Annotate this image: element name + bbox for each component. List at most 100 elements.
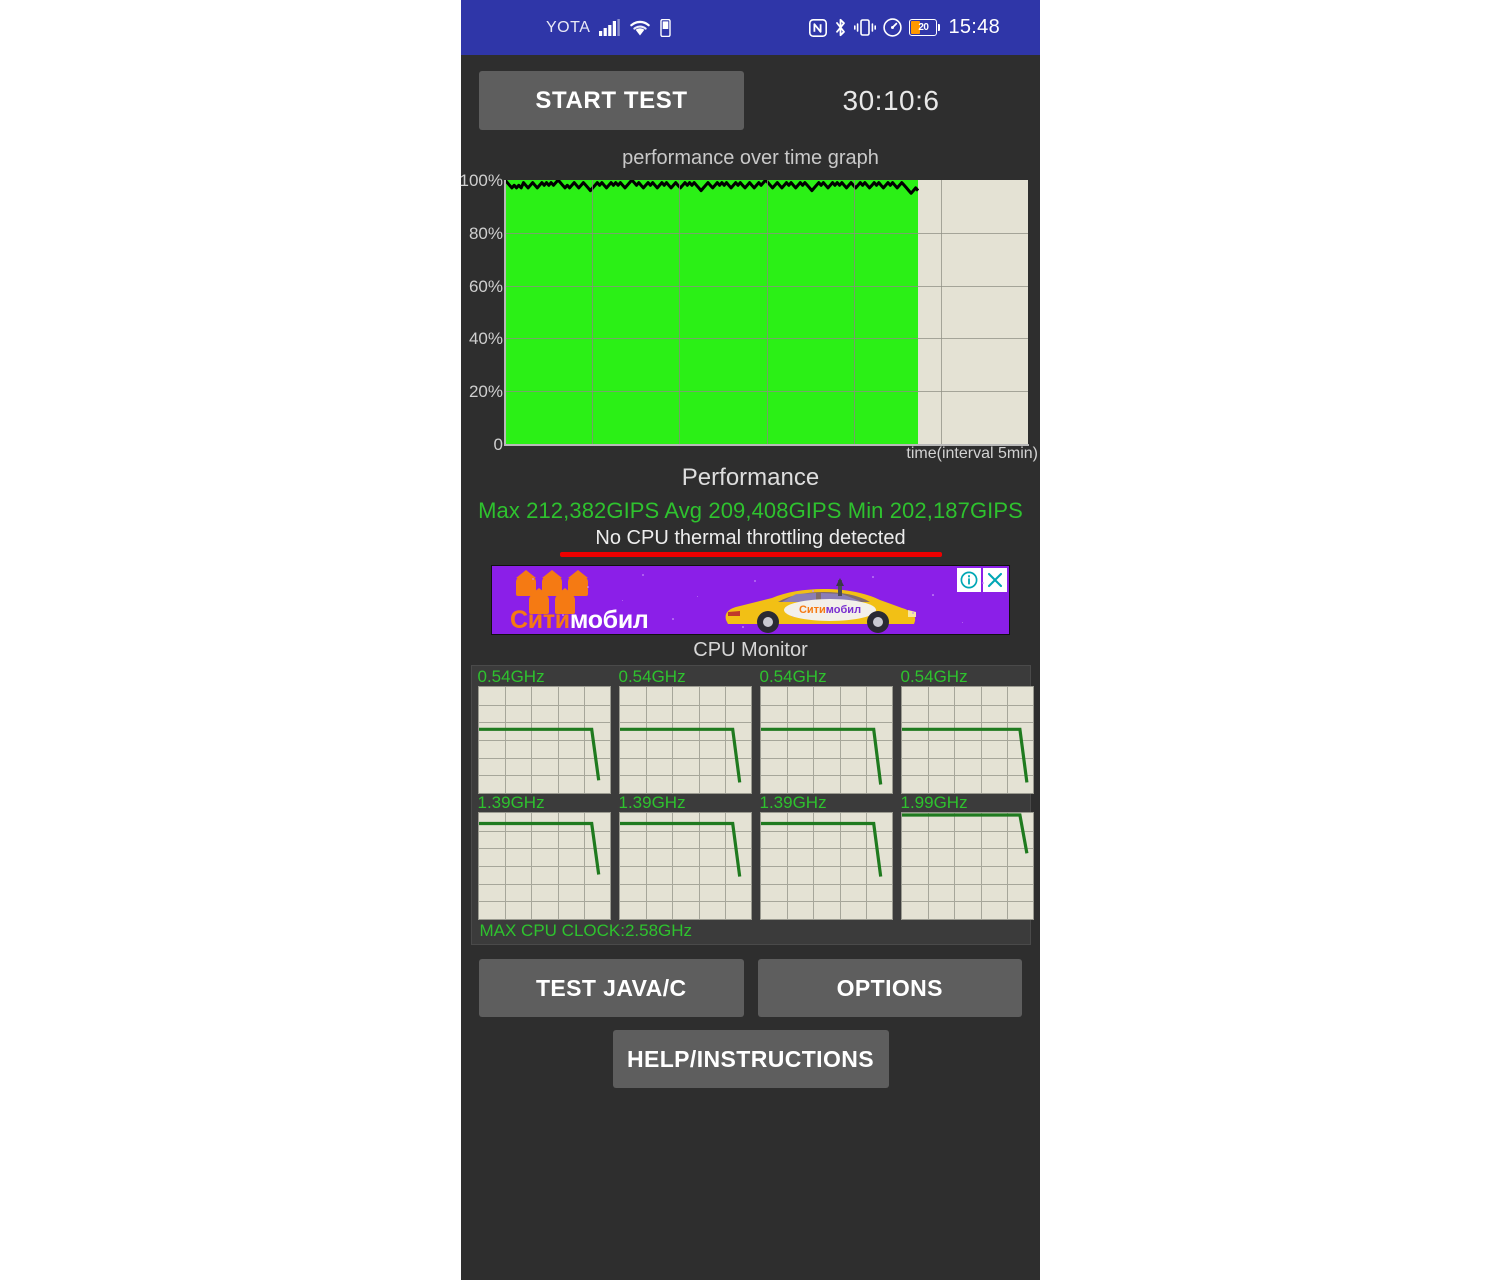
cpu-core-line — [619, 821, 741, 877]
cpu-core-chart — [477, 686, 611, 794]
cpu-monitor-panel: 0.54GHz 0.54GHz 0.54GHz 0.54GHz 1.39GHz 1.39… — [470, 665, 1034, 945]
status-bar: YOTA 20 15:48 — [461, 0, 1040, 55]
graph-gridline-v — [941, 180, 942, 444]
graph-y-tick: 80% — [468, 223, 503, 243]
max-cpu-clock-label: MAX CPU CLOCK:2.58GHz — [479, 921, 693, 940]
start-test-button[interactable]: START TEST — [479, 71, 744, 130]
ad-star — [742, 626, 744, 628]
cpu-core-chart — [618, 812, 752, 920]
cpu-core-cell: 0.54GHz — [618, 667, 752, 794]
cpu-core-chart — [759, 812, 893, 920]
cpu-core-frequency: 1.99GHz — [900, 793, 968, 812]
ad-star — [532, 578, 534, 580]
graph-y-tick: 20% — [468, 382, 503, 402]
ad-brand-part2: мобил — [569, 606, 649, 634]
cpu-core-frequency: 1.39GHz — [618, 793, 686, 812]
ad-brand-part1: Сити — [510, 606, 570, 634]
graph-y-tick: 40% — [468, 329, 503, 349]
cpu-core-line — [760, 821, 882, 877]
vibrate-icon — [854, 18, 877, 37]
cpu-core-cell: 1.39GHz — [477, 793, 611, 920]
cpu-core-cell: 1.39GHz — [618, 793, 752, 920]
ad-star — [587, 586, 589, 588]
cpu-core-chart — [618, 686, 752, 794]
signal-icon — [599, 19, 621, 36]
graph-y-axis-line — [504, 180, 506, 445]
help-button-row: HELP/INSTRUCTIONS — [461, 1017, 1040, 1088]
performance-heading: Performance — [681, 464, 820, 491]
graph-gridline-v — [854, 180, 855, 444]
ad-star — [912, 612, 914, 614]
cpu-core-chart — [900, 686, 1034, 794]
graph-gridline-v — [679, 180, 680, 444]
cpu-core-line — [901, 813, 1028, 854]
cpu-core-frequency: 0.54GHz — [900, 667, 968, 686]
help-instructions-button[interactable]: HELP/INSTRUCTIONS — [612, 1030, 889, 1088]
options-button[interactable]: OPTIONS — [757, 959, 1022, 1017]
graph-y-tick: 0 — [493, 435, 503, 454]
ad-brand: Ситимобил — [510, 606, 649, 634]
ad-star — [697, 596, 699, 598]
ad-car-image: Ситимобил — [720, 578, 920, 634]
carrier-label: YOTA — [546, 18, 591, 36]
test-timer: 30:10:6 — [842, 84, 940, 116]
graph-title: performance over time graph — [622, 147, 879, 169]
top-controls: START TEST 30:10:6 — [461, 55, 1040, 145]
ad-controls[interactable] — [957, 568, 1007, 592]
wifi-icon — [629, 19, 651, 36]
cpu-core-frequency: 1.39GHz — [477, 793, 545, 812]
nfc-icon — [809, 18, 828, 37]
action-button-row: TEST JAVA/C OPTIONS — [461, 945, 1040, 1017]
ad-star — [672, 618, 674, 620]
cpu-core-row-bottom: 1.39GHz 1.39GHz 1.39GHz 1.99GHz — [477, 793, 1034, 920]
cpu-core-line — [760, 727, 882, 785]
ad-banner[interactable]: Ситимобил Ситимобил — [491, 565, 1010, 635]
cpu-monitor-title: CPU Monitor — [693, 639, 808, 661]
cpu-core-cell: 1.39GHz — [759, 793, 893, 920]
graph-y-tick: 60% — [468, 276, 503, 296]
throttling-underline — [559, 552, 942, 557]
battery-icon: 20 — [909, 19, 941, 36]
graph-plot-area — [505, 180, 1028, 444]
ad-star — [642, 574, 644, 576]
graph-gridline-v — [592, 180, 593, 444]
status-clock: 15:48 — [948, 16, 1000, 38]
ad-star — [962, 622, 964, 624]
cpu-core-cell: 0.54GHz — [900, 667, 1034, 794]
cpu-core-cell: 0.54GHz — [759, 667, 893, 794]
phone-screen: YOTA 20 15:48 START TEST 30:10:6 perform… — [460, 0, 1040, 1280]
test-java-c-button[interactable]: TEST JAVA/C — [479, 959, 744, 1017]
close-icon[interactable] — [983, 568, 1007, 592]
ad-star — [872, 576, 874, 578]
graph-x-axis-label: time(interval 5min) — [906, 445, 1038, 462]
ad-star — [754, 580, 756, 582]
cpu-core-frequency: 0.54GHz — [477, 667, 545, 686]
cpu-core-cell: 1.99GHz — [900, 793, 1034, 920]
svg-text:Ситимобил: Ситимобил — [799, 604, 861, 616]
status-bar-right: 20 15:48 — [809, 16, 1000, 39]
throttling-text: No CPU thermal throttling detected — [595, 527, 906, 549]
battery-percent: 20 — [918, 22, 929, 33]
status-bar-left: YOTA — [546, 18, 672, 37]
cpu-core-line — [478, 727, 600, 781]
cpu-core-line — [619, 727, 741, 783]
ad-star — [812, 590, 814, 592]
cpu-core-frequency: 1.39GHz — [759, 793, 827, 812]
ad-star — [562, 614, 564, 616]
sim-icon — [660, 18, 672, 37]
graph-y-axis: 100% 80% 60% 40% 20% 0 — [460, 171, 505, 453]
performance-stats: Max 212,382GIPS Avg 209,408GIPS Min 202,… — [478, 498, 1023, 523]
cpu-core-chart — [759, 686, 893, 794]
cpu-core-frequency: 0.54GHz — [618, 667, 686, 686]
info-icon[interactable] — [957, 568, 981, 592]
cpu-core-chart — [477, 812, 611, 920]
cpu-core-frequency: 0.54GHz — [759, 667, 827, 686]
graph-gridline-v — [767, 180, 768, 444]
bluetooth-icon — [834, 18, 847, 37]
ad-star — [932, 594, 934, 596]
cpu-core-line — [478, 821, 600, 875]
cpu-core-cell: 0.54GHz — [477, 667, 611, 794]
ad-star — [982, 582, 984, 584]
dnd-icon — [883, 18, 903, 37]
cpu-core-line — [901, 727, 1028, 783]
